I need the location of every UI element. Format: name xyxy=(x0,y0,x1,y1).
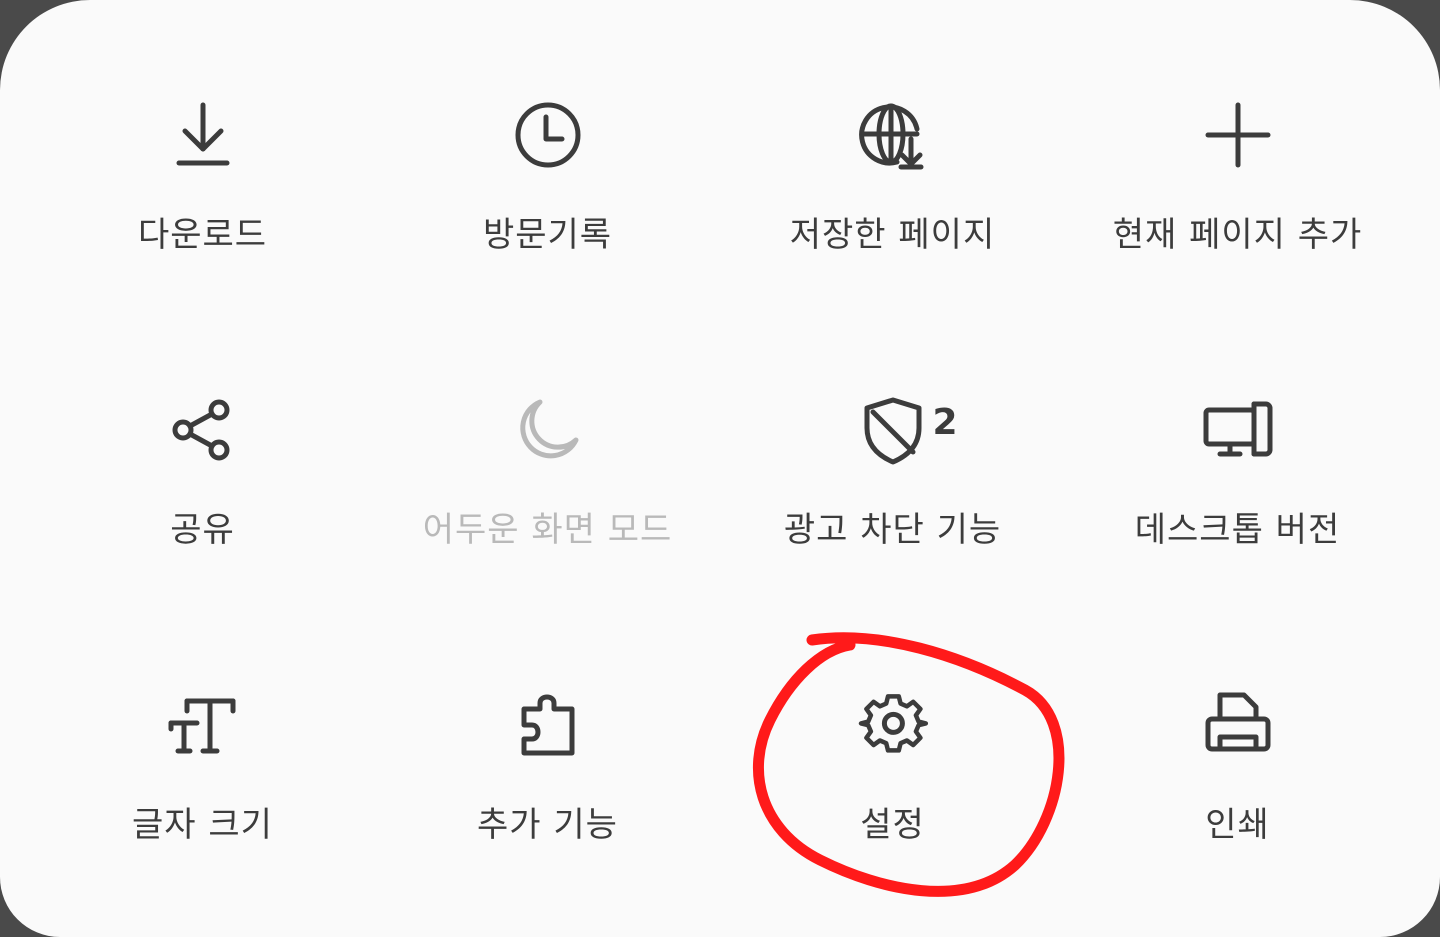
moon-icon xyxy=(508,390,588,470)
shield-icon: 2 xyxy=(853,390,958,470)
menu-item-add-page[interactable]: 현재 페이지 추가 xyxy=(1065,95,1410,345)
menu-grid: 다운로드 방문기록 저장한 페이지 현재 페이지 추가 공유 어두운 화면 모드… xyxy=(30,0,1410,937)
menu-item-ad-block[interactable]: 2 광고 차단 기능 xyxy=(720,390,1065,640)
menu-item-label: 저장한 페이지 xyxy=(789,215,996,255)
menu-item-print[interactable]: 인쇄 xyxy=(1065,685,1410,935)
menu-item-label: 설정 xyxy=(860,805,925,845)
menu-item-share[interactable]: 공유 xyxy=(30,390,375,640)
menu-item-label: 추가 기능 xyxy=(477,805,618,845)
menu-item-label: 공유 xyxy=(170,510,235,550)
menu-item-label: 다운로드 xyxy=(137,215,268,255)
menu-item-label: 글자 크기 xyxy=(132,805,273,845)
menu-item-history[interactable]: 방문기록 xyxy=(375,95,720,345)
menu-item-download[interactable]: 다운로드 xyxy=(30,95,375,345)
puzzle-icon xyxy=(508,685,588,765)
menu-item-saved-pages[interactable]: 저장한 페이지 xyxy=(720,95,1065,345)
desktop-icon xyxy=(1198,390,1278,470)
download-icon xyxy=(163,95,243,175)
menu-item-settings[interactable]: 설정 xyxy=(720,685,1065,935)
menu-item-label: 인쇄 xyxy=(1205,805,1270,845)
menu-item-add-ons[interactable]: 추가 기능 xyxy=(375,685,720,935)
menu-item-label: 어두운 화면 모드 xyxy=(422,510,673,550)
plus-icon xyxy=(1198,95,1278,175)
share-icon xyxy=(163,390,243,470)
printer-icon xyxy=(1198,685,1278,765)
menu-item-label: 현재 페이지 추가 xyxy=(1112,215,1363,255)
menu-item-text-size[interactable]: 글자 크기 xyxy=(30,685,375,935)
menu-item-label: 데스크톱 버전 xyxy=(1134,510,1341,550)
text-size-icon xyxy=(163,685,243,765)
menu-item-desktop-version[interactable]: 데스크톱 버전 xyxy=(1065,390,1410,640)
ad-block-count-badge: 2 xyxy=(932,402,958,443)
browser-menu-sheet: 다운로드 방문기록 저장한 페이지 현재 페이지 추가 공유 어두운 화면 모드… xyxy=(0,0,1440,937)
menu-item-dark-mode[interactable]: 어두운 화면 모드 xyxy=(375,390,720,640)
globe-download-icon xyxy=(853,95,933,175)
gear-icon xyxy=(853,685,933,765)
clock-icon xyxy=(508,95,588,175)
menu-item-label: 방문기록 xyxy=(482,215,613,255)
menu-item-label: 광고 차단 기능 xyxy=(783,510,1002,550)
